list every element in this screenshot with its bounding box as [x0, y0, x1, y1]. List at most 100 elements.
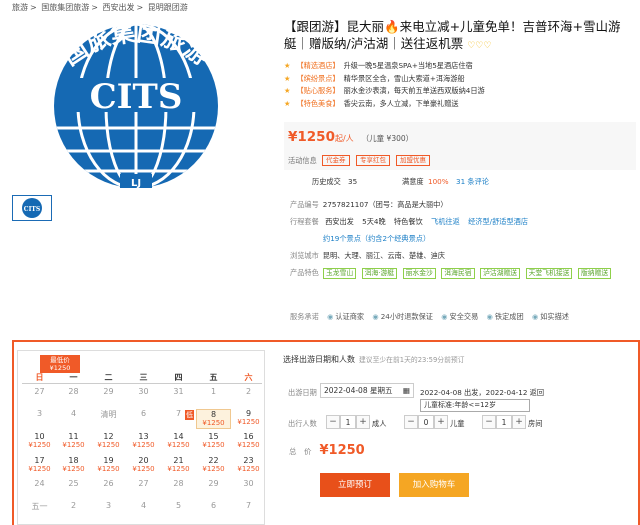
promo-coupon[interactable]: 代金券 — [322, 155, 350, 166]
sold-label: 历史成交 — [312, 177, 341, 186]
calendar-day[interactable]: 18 ¥1250 — [56, 456, 91, 474]
feature-chip[interactable]: 版纳赠送 — [577, 268, 612, 279]
price-unit: 起/人 — [334, 134, 354, 143]
calendar-day: 25 — [56, 479, 91, 488]
calendar-day: 29 — [196, 479, 231, 488]
day-number: 6 — [140, 409, 147, 418]
star-icon: ★ — [284, 73, 291, 83]
day-number: 25 — [68, 479, 79, 488]
day-number: 20 — [138, 456, 149, 465]
day-number: 4 — [140, 501, 147, 510]
adult-minus-button[interactable]: − — [326, 415, 340, 429]
cities-value: 昆明、大理、丽江、云南、楚雄、迪庆 — [322, 251, 445, 260]
day-number: 6 — [210, 501, 217, 510]
star-icon: ★ — [284, 86, 291, 95]
book-now-button[interactable]: 立即预订 — [320, 473, 390, 497]
feature-chip[interactable]: 丽水金沙 — [402, 268, 436, 279]
child-count[interactable]: 0 — [418, 415, 434, 429]
package-option[interactable]: 经济型/舒适型酒店 — [468, 217, 528, 227]
calendar-day[interactable]: 9 ¥1250 — [231, 409, 266, 427]
promo-join[interactable]: 加盟优惠 — [396, 155, 430, 166]
day-price: ¥1250 — [28, 465, 51, 473]
child-minus-button[interactable]: − — [404, 415, 418, 429]
calendar-day[interactable]: 14 ¥1250 — [161, 432, 196, 450]
package-option[interactable]: 特色餐饮 — [394, 217, 423, 227]
calendar-day[interactable]: 15 ¥1250 — [196, 432, 231, 450]
day-price: ¥1250 — [132, 465, 155, 473]
weekday-header: 四 — [174, 373, 183, 382]
calendar-day[interactable]: 低 8 ¥1250 — [185, 409, 231, 429]
stats-bar: 历史成交 35 满意度 100% 31 条评论 — [284, 175, 636, 189]
day-number: 29 — [103, 387, 114, 396]
date-label: 出游日期 — [288, 388, 317, 397]
reviews-link[interactable]: 31 条评论 — [456, 175, 489, 189]
thumbnail[interactable]: CITS — [12, 195, 52, 221]
day-number: 1 — [210, 387, 217, 396]
price-box: ¥1250起/人 （儿童 ¥300） 活动信息 代金券 专享红包 加盟优惠 — [284, 122, 636, 170]
adult-plus-button[interactable]: + — [356, 415, 370, 429]
calendar-day: 6 — [126, 409, 161, 418]
calendar-day[interactable]: 11 ¥1250 — [56, 432, 91, 450]
calendar-day: 五一 — [22, 501, 57, 512]
calendar-day[interactable]: 17 ¥1250 — [22, 456, 57, 474]
day-number: 7 — [175, 409, 182, 418]
calendar-day[interactable]: 12 ¥1250 — [91, 432, 126, 450]
package-option[interactable]: 飞机往返 — [431, 217, 460, 227]
promo-redpacket[interactable]: 专享红包 — [356, 155, 390, 166]
breadcrumb-item[interactable]: 旅游 — [12, 3, 28, 12]
calendar-day[interactable]: 20 ¥1250 — [126, 456, 161, 474]
check-icon: ◉ — [531, 312, 539, 321]
add-to-cart-button[interactable]: 加入购物车 — [399, 473, 469, 497]
calendar-day[interactable]: 16 ¥1250 — [231, 432, 266, 450]
calendar-day: 28 — [56, 387, 91, 396]
feature-chip[interactable]: 玉龙雪山 — [323, 268, 357, 279]
calendar-day: 28 — [161, 479, 196, 488]
calendar-day[interactable]: 10 ¥1250 — [22, 432, 57, 450]
day-number: 3 — [105, 501, 112, 510]
day-price: ¥1250 — [167, 465, 190, 473]
lowest-mark: 低 — [185, 410, 194, 420]
day-number: 21 — [173, 456, 184, 465]
date-value: 2022-04-08 星期五 — [324, 386, 393, 395]
calendar-day[interactable]: 21 ¥1250 — [161, 456, 196, 474]
breadcrumb-item[interactable]: 国旅集团旅游 — [41, 3, 89, 12]
child-price: （儿童 ¥300） — [361, 134, 414, 143]
feature-chip[interactable]: 洱海·游艇 — [361, 268, 398, 279]
package-row: 行程套餐 西安出发 5天4晚 特色餐饮 飞机往返 经济型/舒适型酒店 — [290, 217, 534, 227]
package-option[interactable]: 西安出发 — [325, 217, 354, 227]
promo-label: 活动信息 — [288, 156, 317, 165]
day-number: 17 — [34, 456, 45, 465]
calendar-day[interactable]: 23 ¥1250 — [231, 456, 266, 474]
feature-text: 丽水金沙表演，每天前五单送西双版纳4日游 — [343, 86, 485, 95]
total-label: 总 价 — [289, 447, 312, 456]
calendar-day[interactable]: 13 ¥1250 — [126, 432, 161, 450]
total-row: 总 价 ¥1250 — [289, 443, 365, 458]
check-icon: ◉ — [327, 312, 334, 321]
feature-chip[interactable]: 泸沽湖赠送 — [480, 268, 521, 279]
day-price: ¥1250 — [132, 441, 155, 449]
room-minus-button[interactable]: − — [482, 415, 496, 429]
feature-chip[interactable]: 天堂飞机接送 — [525, 268, 573, 279]
calendar-day[interactable]: 19 ¥1250 — [91, 456, 126, 474]
feature-item: ★ 【贴心服务】 丽水金沙表演，每天前五单送西双版纳4日游 — [284, 85, 485, 98]
day-number: 11 — [68, 432, 79, 441]
service-row: 服务承诺 ◉ 认证商家 ◉ 24小时退款保证 ◉ 安全交易 ◉ 铁定成团 ◉ 如实描述 — [290, 312, 569, 322]
star-icon: ★ — [284, 61, 291, 70]
calendar-day: 4 — [56, 409, 91, 418]
breadcrumb-item[interactable]: 昆明跟团游 — [148, 3, 188, 12]
features-label: 产品特色 — [290, 268, 319, 277]
day-price: ¥1250 — [202, 419, 225, 427]
child-plus-button[interactable]: + — [434, 415, 448, 429]
feature-chip[interactable]: 洱海民宿 — [441, 268, 475, 279]
room-plus-button[interactable]: + — [512, 415, 526, 429]
package-option[interactable]: 5天4晚 — [362, 217, 386, 227]
adult-count[interactable]: 1 — [340, 415, 356, 429]
calendar-day: 27 — [126, 479, 161, 488]
calendar-day[interactable]: 22 ¥1250 — [196, 456, 231, 474]
room-count[interactable]: 1 — [496, 415, 512, 429]
people-label: 出行人数 — [288, 419, 317, 428]
spots-link[interactable]: 约19个景点（约含2个经典景点） — [323, 234, 430, 244]
date-select[interactable]: 2022-04-08 星期五 ▦ — [320, 383, 414, 398]
breadcrumb-item[interactable]: 西安出发 — [103, 3, 135, 12]
service-label: 服务承诺 — [290, 312, 319, 321]
